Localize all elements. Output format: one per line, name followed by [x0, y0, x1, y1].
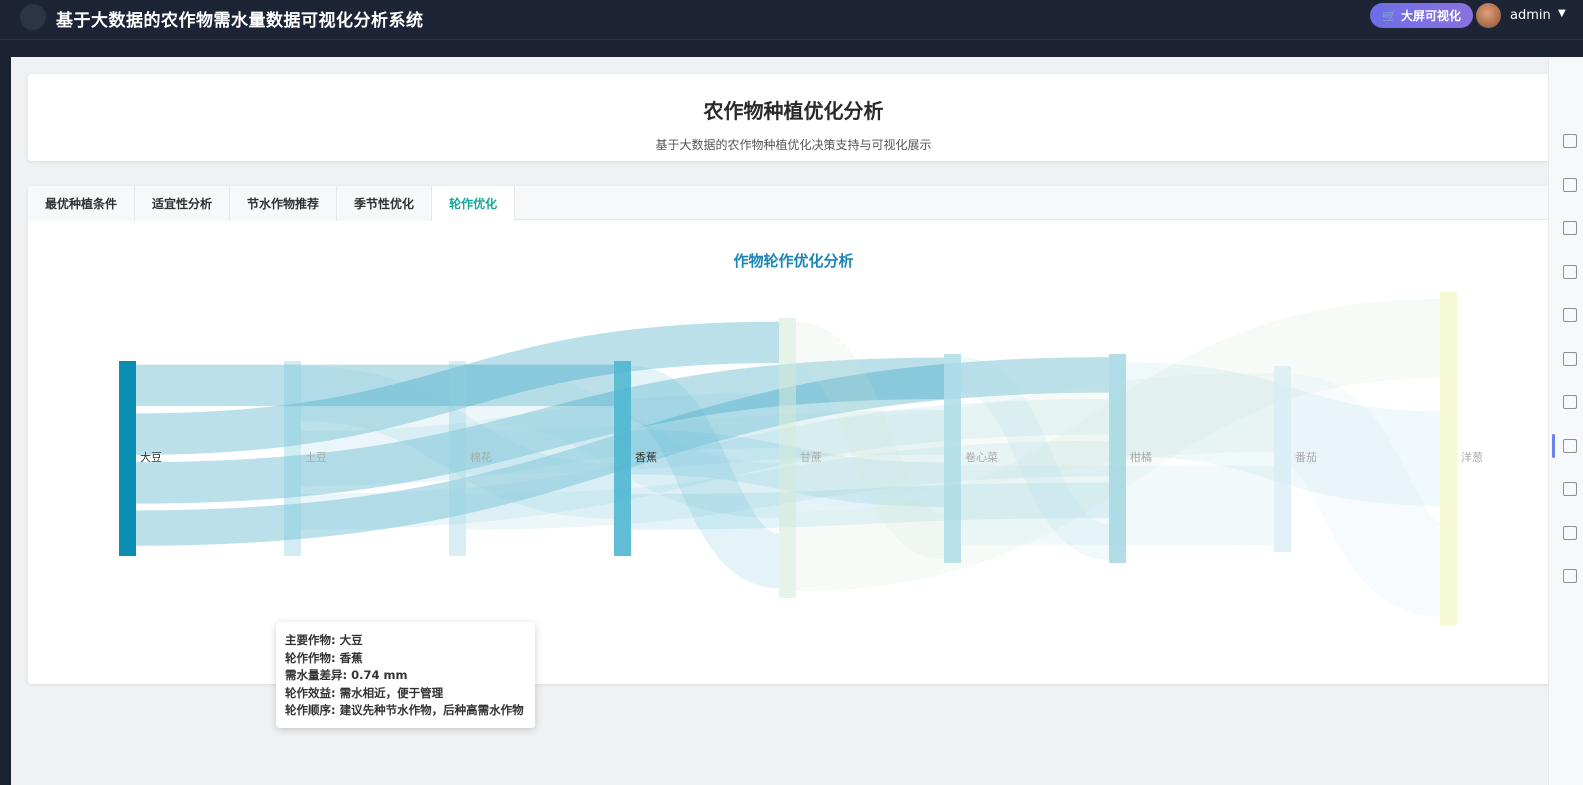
chart-tooltip: 主要作物: 大豆 轮作作物: 香蕉 需水量差异: 0.74 mm 轮作效益: 需…: [276, 622, 535, 728]
username[interactable]: admin: [1510, 8, 1551, 23]
sankey-node[interactable]: [119, 361, 136, 556]
sankey-node-label: 柑橘: [1130, 450, 1152, 464]
sidebar-active-indicator: [1552, 434, 1555, 458]
doc-icon[interactable]: [1563, 351, 1577, 366]
sankey-chart: 大豆 土豆 棉花 香蕉 甘蔗 卷心菜 柑橘 番茄 洋葱: [119, 292, 1483, 625]
page-header-card: 农作物种植优化分析 基于大数据的农作物种植优化决策支持与可视化展示: [28, 74, 1559, 161]
user-icon[interactable]: [1563, 177, 1577, 192]
top-header: 基于大数据的农作物需水量数据可视化分析系统 🛒 大屏可视化 admin ▼: [0, 0, 1583, 40]
sankey-node-label: 香蕉: [635, 451, 657, 464]
sankey-node[interactable]: [284, 361, 301, 556]
chevron-down-icon[interactable]: ▼: [1558, 8, 1566, 19]
cart-icon[interactable]: [1563, 264, 1577, 279]
sankey-node-label: 棉花: [470, 450, 492, 464]
page-title: 农作物种植优化分析: [703, 99, 884, 123]
tooltip-line: 需水量差异: 0.74 mm: [285, 668, 408, 683]
sankey-node-label: 洋葱: [1461, 450, 1483, 464]
sankey-node[interactable]: [449, 361, 466, 556]
lock-icon[interactable]: [1563, 221, 1577, 235]
bigscreen-label: 大屏可视化: [1400, 9, 1461, 23]
logo-icon: [20, 4, 46, 30]
avatar[interactable]: [1476, 3, 1501, 28]
sankey-node[interactable]: [779, 318, 796, 598]
app-title: 基于大数据的农作物需水量数据可视化分析系统: [56, 11, 424, 31]
sankey-node-label: 土豆: [305, 451, 327, 464]
doc-icon[interactable]: [1563, 569, 1577, 583]
tooltip-line: 轮作效益: 需水相近，便于管理: [285, 685, 444, 700]
right-sidebar: [1548, 57, 1583, 785]
doc-icon[interactable]: [1563, 438, 1577, 453]
tooltip-line: 主要作物: 大豆: [285, 633, 363, 647]
sankey-node-label: 番茄: [1295, 450, 1317, 464]
bigscreen-button[interactable]: 🛒 大屏可视化: [1370, 3, 1473, 28]
sankey-node[interactable]: [944, 354, 961, 563]
sankey-node[interactable]: [614, 361, 631, 556]
doc-icon[interactable]: [1563, 482, 1577, 496]
sankey-node[interactable]: [1274, 366, 1291, 552]
cart-icon: 🛒: [1382, 8, 1397, 23]
doc-icon[interactable]: [1563, 308, 1577, 322]
sankey-node-label: 甘蔗: [800, 451, 822, 464]
tooltip-line: 轮作作物: 香蕉: [285, 650, 363, 665]
sankey-node-label: 卷心菜: [965, 450, 998, 464]
sankey-node[interactable]: [1109, 354, 1126, 563]
tabs-card: 最优种植条件 适宜性分析 节水作物推荐 季节性优化 轮作优化 作物轮作优化分析 …: [28, 186, 1559, 728]
sankey-node[interactable]: [1440, 292, 1457, 625]
page-subtitle: 基于大数据的农作物种植优化决策支持与可视化展示: [655, 138, 932, 152]
doc-icon[interactable]: [1563, 395, 1577, 409]
sankey-node-label: 大豆: [140, 450, 162, 464]
doc-icon[interactable]: [1563, 525, 1577, 540]
tooltip-line: 轮作顺序: 建议先种节水作物，后种高需水作物: [285, 703, 524, 718]
main-content: 农作物种植优化分析 基于大数据的农作物种植优化决策支持与可视化展示 最优种植条件…: [11, 57, 1559, 785]
home-icon[interactable]: [1563, 134, 1577, 148]
